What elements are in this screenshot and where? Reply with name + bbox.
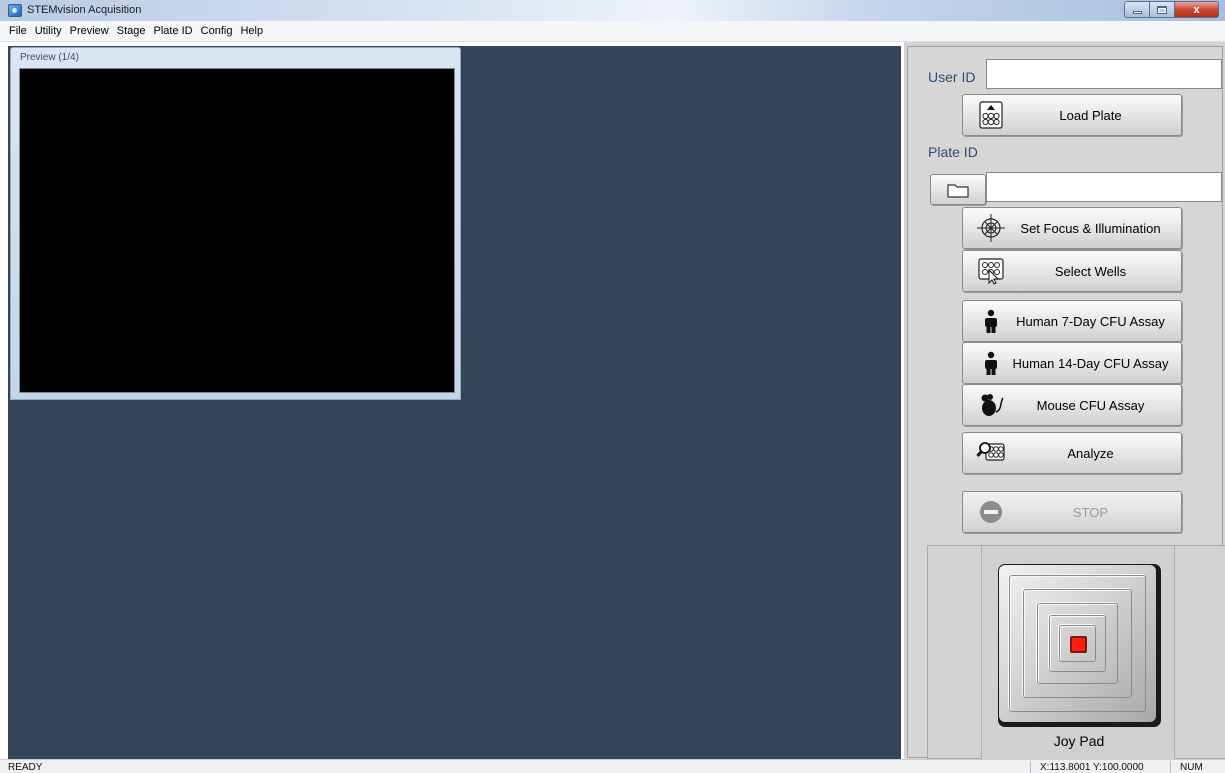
set-focus-button[interactable]: Set Focus & Illumination <box>962 207 1182 249</box>
folder-icon <box>947 183 969 198</box>
stop-icon <box>976 497 1006 527</box>
preview-window[interactable]: Preview (1/4) <box>10 47 461 400</box>
browse-folder-button[interactable] <box>930 174 986 205</box>
plate-id-label: Plate ID <box>928 144 978 160</box>
stop-label: STOP <box>1072 504 1109 520</box>
joypad-frame: Joy Pad <box>981 546 1175 759</box>
menu-file[interactable]: File <box>5 25 31 37</box>
select-wells-icon <box>976 256 1006 286</box>
human-14day-assay-label: Human 14-Day CFU Assay <box>1012 355 1169 371</box>
num-lock-indicator: NUM <box>1180 762 1203 773</box>
panel-frame: User ID Load Plate Plate ID Set Focus & … <box>907 46 1225 759</box>
select-wells-button[interactable]: Select Wells <box>962 250 1182 292</box>
select-wells-label: Select Wells <box>1054 263 1127 279</box>
stop-button[interactable]: STOP <box>962 491 1182 533</box>
load-plate-label: Load Plate <box>1059 107 1122 123</box>
status-text: READY <box>8 762 43 773</box>
status-bar: READY X:113.8001 Y:100.0000 NUM <box>0 759 1225 773</box>
human-14day-assay-button[interactable]: Human 14-Day CFU Assay <box>962 342 1182 384</box>
preview-title: Preview (1/4) <box>20 52 79 63</box>
mouse-cfu-assay-label: Mouse CFU Assay <box>1036 397 1145 413</box>
human-7day-assay-button[interactable]: Human 7-Day CFU Assay <box>962 300 1182 342</box>
human-7day-assay-label: Human 7-Day CFU Assay <box>1016 313 1165 329</box>
minimize-button[interactable] <box>1124 1 1150 18</box>
person-icon <box>976 348 1006 378</box>
analyze-magnifier-icon <box>976 438 1006 468</box>
crosshair-icon <box>976 213 1006 243</box>
menu-config[interactable]: Config <box>197 25 237 37</box>
control-panel: User ID Load Plate Plate ID Set Focus & … <box>904 42 1225 759</box>
stage-coordinates: X:113.8001 Y:100.0000 <box>1040 762 1144 773</box>
joypad-label: Joy Pad <box>1053 733 1105 749</box>
preview-canvas[interactable] <box>19 68 455 393</box>
mouse-icon <box>976 390 1006 420</box>
status-divider <box>1030 761 1031 773</box>
status-divider <box>1170 761 1171 773</box>
minimize-icon <box>1132 11 1142 14</box>
load-plate-button[interactable]: Load Plate <box>962 94 1182 136</box>
menu-preview[interactable]: Preview <box>66 25 113 37</box>
plate-id-input[interactable] <box>986 172 1222 202</box>
person-icon <box>976 306 1006 336</box>
user-id-label: User ID <box>928 69 976 85</box>
close-button[interactable]: x <box>1175 1 1219 18</box>
main-area: Preview (1/4) <box>0 42 904 759</box>
maximize-button[interactable] <box>1150 1 1175 18</box>
joypad-container: Joy Pad <box>927 545 1225 759</box>
maximize-icon <box>1157 5 1167 14</box>
menu-plate-id[interactable]: Plate ID <box>150 25 197 37</box>
analyze-label: Analyze <box>1067 445 1114 461</box>
joypad-surface[interactable] <box>999 565 1156 722</box>
title-bar: STEMvision Acquisition x <box>0 0 1225 21</box>
user-id-input[interactable] <box>986 59 1222 89</box>
menu-bar: File Utility Preview Stage Plate ID Conf… <box>0 21 1225 42</box>
set-focus-label: Set Focus & Illumination <box>1020 220 1161 236</box>
plate-load-icon <box>976 100 1006 130</box>
window-title: STEMvision Acquisition <box>27 4 142 16</box>
menu-stage[interactable]: Stage <box>113 25 150 37</box>
app-icon <box>8 4 22 17</box>
menu-utility[interactable]: Utility <box>31 25 66 37</box>
analyze-button[interactable]: Analyze <box>962 432 1182 474</box>
window-controls: x <box>1124 1 1219 18</box>
joypad-center-button[interactable] <box>1070 636 1087 653</box>
mouse-cfu-assay-button[interactable]: Mouse CFU Assay <box>962 384 1182 426</box>
joypad[interactable] <box>998 564 1161 727</box>
menu-help[interactable]: Help <box>236 25 267 37</box>
